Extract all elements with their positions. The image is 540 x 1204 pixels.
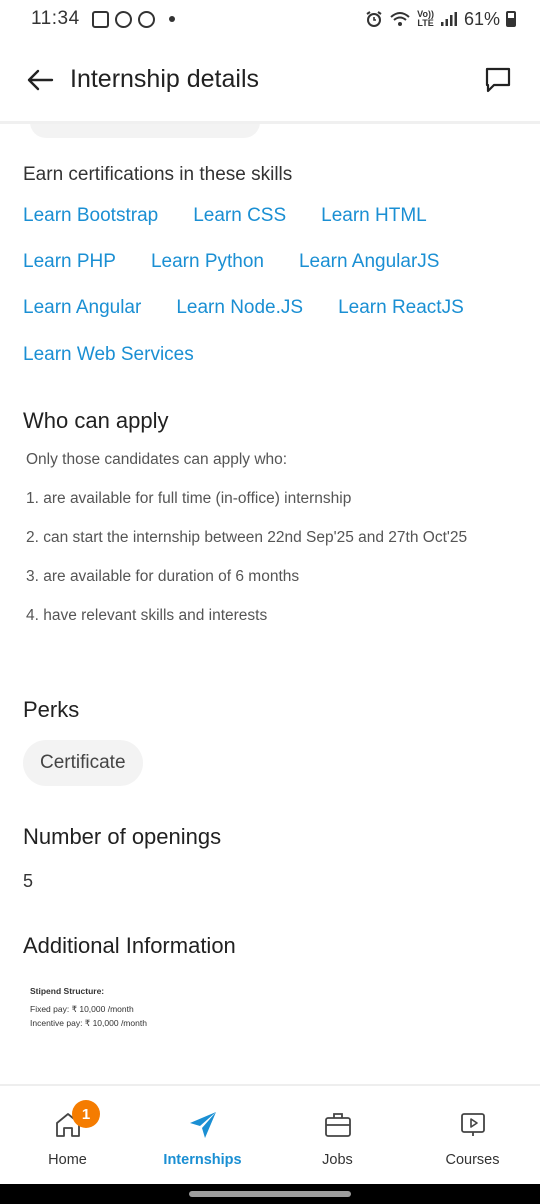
status-left: 11:34: [31, 8, 175, 30]
skill-link-web-services[interactable]: Learn Web Services: [23, 344, 194, 366]
skill-link-reactjs[interactable]: Learn ReactJS: [338, 297, 464, 319]
skill-link-php[interactable]: Learn PHP: [23, 251, 116, 273]
alarm-icon: [366, 11, 382, 27]
list-item: 1. are available for full time (in-offic…: [26, 490, 352, 507]
briefcase-icon: [324, 1113, 351, 1137]
play-screen-icon: [460, 1113, 485, 1136]
skill-link-angularjs[interactable]: Learn AngularJS: [299, 251, 440, 273]
previous-chip: [30, 124, 260, 138]
nav-jobs[interactable]: Jobs: [270, 1086, 405, 1184]
volte-bottom: LTE: [417, 18, 434, 28]
chat-icon[interactable]: [484, 66, 512, 94]
skill-row: Learn Web Services: [23, 344, 194, 366]
battery-percent: 61%: [463, 8, 500, 29]
gesture-bar: [0, 1184, 540, 1204]
home-notification-badge: 1: [72, 1100, 100, 1128]
status-time: 11:34: [31, 8, 80, 29]
openings-value: 5: [23, 871, 34, 891]
page-title: Internship details: [70, 65, 260, 93]
fixed-pay: Fixed pay: ₹ 10,000 /month: [30, 1004, 134, 1014]
nav-label-home: Home: [48, 1152, 87, 1168]
status-bar: 11:34 Vo)) LTE 61%: [0, 0, 540, 38]
list-item: 3. are available for duration of 6 month…: [26, 568, 300, 585]
skill-link-python[interactable]: Learn Python: [151, 251, 264, 273]
media-notification-icon: [137, 10, 155, 28]
skill-row: Learn Bootstrap Learn CSS Learn HTML: [23, 205, 427, 227]
skill-link-html[interactable]: Learn HTML: [321, 205, 427, 227]
nav-label-courses: Courses: [445, 1152, 500, 1168]
skill-link-css[interactable]: Learn CSS: [193, 205, 286, 227]
more-notifications-dot-icon: [168, 16, 175, 22]
status-right: Vo)) LTE 61%: [365, 9, 516, 30]
nav-label-jobs: Jobs: [322, 1152, 353, 1168]
nav-courses[interactable]: Courses: [405, 1086, 540, 1184]
perks-title: Perks: [23, 697, 80, 722]
perk-chip-certificate: Certificate: [23, 740, 143, 786]
who-can-apply-intro: Only those candidates can apply who:: [26, 451, 288, 468]
who-can-apply-title: Who can apply: [23, 408, 169, 433]
skill-row: Learn PHP Learn Python Learn AngularJS: [23, 251, 439, 273]
nav-internships[interactable]: Internships: [135, 1086, 270, 1184]
app-notification-icon: [114, 10, 132, 28]
skill-row: Learn Angular Learn Node.JS Learn ReactJ…: [23, 297, 464, 319]
stipend-heading: Stipend Structure:: [30, 986, 105, 996]
list-item: 4. have relevant skills and interests: [26, 607, 268, 624]
gallery-notification-icon: [91, 10, 109, 28]
openings-title: Number of openings: [23, 824, 222, 849]
bottom-nav: 1 Home Internships Jobs Courses: [0, 1084, 540, 1184]
additional-info-title: Additional Information: [23, 933, 236, 958]
who-can-apply-list: Only those candidates can apply who: 1. …: [26, 450, 496, 645]
app-bar: Internship details: [0, 38, 540, 124]
skills-heading: Earn certifications in these skills: [23, 164, 293, 185]
back-arrow-icon[interactable]: [26, 66, 54, 94]
paper-plane-icon: [189, 1112, 216, 1138]
wifi-icon: [390, 12, 410, 26]
nav-home[interactable]: 1 Home: [0, 1086, 135, 1184]
list-item: 2. can start the internship between 22nd…: [26, 529, 468, 546]
signal-icon: [440, 12, 457, 26]
battery-icon: [506, 11, 516, 27]
stipend-structure: Stipend Structure: Fixed pay: ₹ 10,000 /…: [30, 984, 147, 1030]
skill-link-bootstrap[interactable]: Learn Bootstrap: [23, 205, 158, 227]
incentive-pay: Incentive pay: ₹ 10,000 /month: [30, 1018, 147, 1028]
nav-label-internships: Internships: [163, 1152, 242, 1168]
skill-link-angular[interactable]: Learn Angular: [23, 297, 141, 319]
home-gesture-handle[interactable]: [189, 1191, 351, 1197]
skill-link-nodejs[interactable]: Learn Node.JS: [176, 297, 303, 319]
internship-details-content[interactable]: Earn certifications in these skills Lear…: [0, 124, 540, 1086]
volte-indicator: Vo)) LTE: [417, 10, 434, 28]
